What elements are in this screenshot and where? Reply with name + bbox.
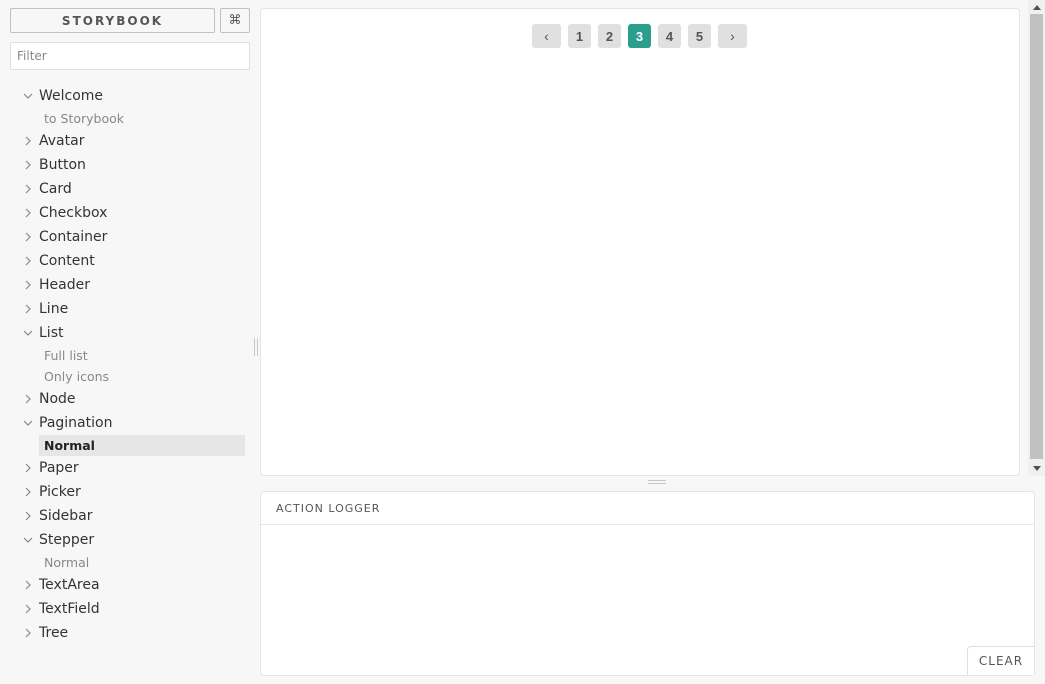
sidebar-item-pagination[interactable]: Pagination bbox=[0, 411, 255, 435]
chevron-down-icon bbox=[22, 533, 34, 547]
chevron-right-icon bbox=[22, 392, 34, 406]
chevron-right-icon bbox=[22, 302, 34, 316]
storybook-brand-button[interactable]: STORYBOOK bbox=[10, 8, 215, 33]
sidebar-item-label: Card bbox=[39, 181, 72, 197]
preview-iframe: ‹ 1 2 3 4 5 › bbox=[260, 8, 1020, 476]
sidebar-item-label: Tree bbox=[39, 625, 69, 641]
pagination-page-button[interactable]: 5 bbox=[688, 24, 711, 48]
sidebar-item-avatar[interactable]: Avatar bbox=[0, 129, 255, 153]
action-logger-panel: ACTION LOGGER CLEAR bbox=[260, 491, 1035, 676]
chevron-right-icon bbox=[22, 485, 34, 499]
sidebar-item-label: List bbox=[39, 325, 64, 341]
chevron-right-icon bbox=[22, 134, 34, 148]
sidebar-item-label: Welcome bbox=[39, 88, 104, 104]
pagination-page-button[interactable]: 4 bbox=[658, 24, 681, 48]
sidebar-item-list[interactable]: List bbox=[0, 321, 255, 345]
chevron-right-icon bbox=[22, 158, 34, 172]
story-item[interactable]: Normal bbox=[39, 552, 245, 573]
filter-input[interactable] bbox=[10, 42, 250, 70]
keyboard-shortcuts-button[interactable]: ⌘ bbox=[220, 8, 250, 33]
scroll-down-icon[interactable] bbox=[1028, 462, 1045, 474]
sidebar-item-picker[interactable]: Picker bbox=[0, 480, 255, 504]
sidebar-item-node[interactable]: Node bbox=[0, 387, 255, 411]
sidebar-item-line[interactable]: Line bbox=[0, 297, 255, 321]
sidebar-item-label: Header bbox=[39, 277, 90, 293]
sidebar-item-paper[interactable]: Paper bbox=[0, 456, 255, 480]
sidebar-item-label: Stepper bbox=[39, 532, 95, 548]
sidebar-item-container[interactable]: Container bbox=[0, 225, 255, 249]
sidebar-item-label: Content bbox=[39, 253, 95, 269]
chevron-right-icon bbox=[22, 509, 34, 523]
chevron-right-icon bbox=[22, 461, 34, 475]
scrollbar-thumb[interactable] bbox=[1030, 14, 1043, 459]
tab-action-logger[interactable]: ACTION LOGGER bbox=[261, 492, 1034, 525]
story-item[interactable]: to Storybook bbox=[39, 108, 245, 129]
chevron-right-icon bbox=[22, 230, 34, 244]
story-item[interactable]: Normal bbox=[39, 435, 245, 456]
chevron-right-icon bbox=[22, 278, 34, 292]
sidebar-item-checkbox[interactable]: Checkbox bbox=[0, 201, 255, 225]
sidebar-item-label: Container bbox=[39, 229, 108, 245]
pagination-next-button[interactable]: › bbox=[718, 24, 747, 48]
sidebar-item-textfield[interactable]: TextField bbox=[0, 597, 255, 621]
chevron-right-icon bbox=[22, 626, 34, 640]
sidebar-item-textarea[interactable]: TextArea bbox=[0, 573, 255, 597]
sidebar-item-tree[interactable]: Tree bbox=[0, 621, 255, 645]
sidebar-item-label: Pagination bbox=[39, 415, 113, 431]
sidebar-item-header[interactable]: Header bbox=[0, 273, 255, 297]
sidebar-item-button[interactable]: Button bbox=[0, 153, 255, 177]
pagination-prev-button[interactable]: ‹ bbox=[532, 24, 561, 48]
sidebar-item-label: TextArea bbox=[39, 577, 100, 593]
story-item[interactable]: Full list bbox=[39, 345, 245, 366]
scroll-up-icon[interactable] bbox=[1028, 1, 1045, 13]
sidebar-item-label: TextField bbox=[39, 601, 100, 617]
chevron-right-icon bbox=[22, 254, 34, 268]
sidebar-item-content[interactable]: Content bbox=[0, 249, 255, 273]
story-item[interactable]: Only icons bbox=[39, 366, 245, 387]
panel-resize-handle[interactable] bbox=[648, 480, 666, 484]
sidebar-item-welcome[interactable]: Welcome bbox=[0, 84, 255, 108]
pagination-page-button[interactable]: 1 bbox=[568, 24, 591, 48]
pagination-page-button[interactable]: 3 bbox=[628, 24, 651, 48]
chevron-right-icon bbox=[22, 578, 34, 592]
preview-scrollbar[interactable] bbox=[1028, 0, 1045, 476]
sidebar-item-sidebar[interactable]: Sidebar bbox=[0, 504, 255, 528]
sidebar-item-label: Avatar bbox=[39, 133, 85, 149]
chevron-right-icon bbox=[22, 206, 34, 220]
sidebar-item-label: Picker bbox=[39, 484, 81, 500]
sidebar-resize-handle[interactable] bbox=[254, 338, 258, 356]
sidebar-item-card[interactable]: Card bbox=[0, 177, 255, 201]
chevron-right-icon bbox=[22, 602, 34, 616]
sidebar-item-label: Checkbox bbox=[39, 205, 108, 221]
chevron-down-icon bbox=[22, 326, 34, 340]
chevron-down-icon bbox=[22, 89, 34, 103]
sidebar-item-label: Node bbox=[39, 391, 76, 407]
chevron-down-icon bbox=[22, 416, 34, 430]
sidebar-item-label: Sidebar bbox=[39, 508, 93, 524]
chevron-right-icon bbox=[22, 182, 34, 196]
sidebar-item-label: Button bbox=[39, 157, 86, 173]
command-icon: ⌘ bbox=[228, 13, 242, 28]
clear-button[interactable]: CLEAR bbox=[967, 646, 1034, 675]
sidebar-item-label: Line bbox=[39, 301, 69, 317]
sidebar-item-label: Paper bbox=[39, 460, 79, 476]
sidebar-item-stepper[interactable]: Stepper bbox=[0, 528, 255, 552]
pagination: ‹ 1 2 3 4 5 › bbox=[532, 24, 747, 48]
stories-tree: Welcome to Storybook Avatar Button Card Check… bbox=[0, 84, 255, 645]
pagination-page-button[interactable]: 2 bbox=[598, 24, 621, 48]
